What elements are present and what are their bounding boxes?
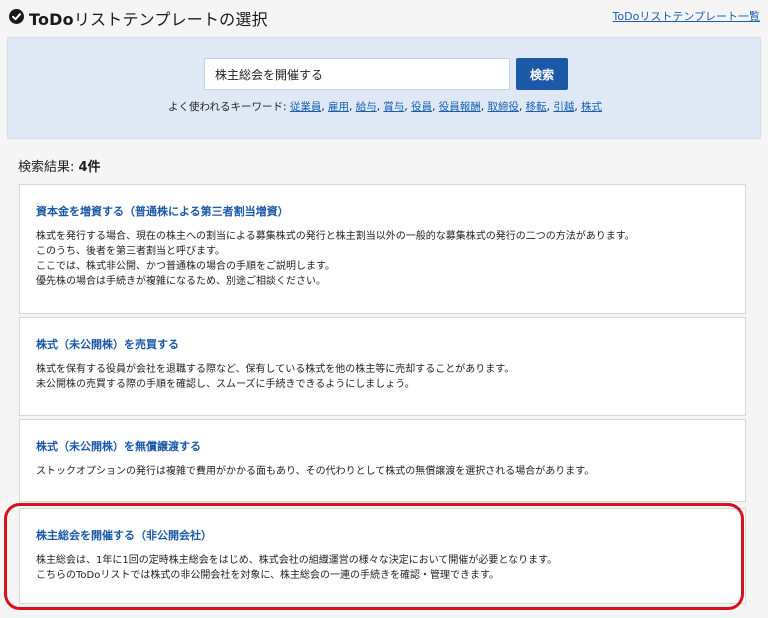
result-description-line: 株式を発行する場合、現在の株主への割当による募集株式の発行と株主割当以外の一般的… [36, 231, 635, 242]
search-button[interactable]: 検索 [516, 58, 568, 90]
result-title-link[interactable]: 株主総会を開催する（非公開会社） [36, 527, 745, 543]
result-description-line: ここでは、株式非公開、かつ普通株の場合の手順をご説明します。 [36, 261, 335, 272]
result-description-line: こちらのToDoリストでは株式の非公開会社を対象に、株主総会の一連の手続きを確認… [36, 570, 500, 581]
keyword-link[interactable]: 役員報酬 [439, 101, 481, 113]
check-circle-icon [9, 9, 24, 24]
keyword-link[interactable]: 賞与 [383, 101, 404, 113]
result-description-line: 株主総会は、1年に1回の定時株主総会をはじめ、株式会社の組織運営の様々な決定にお… [36, 555, 558, 566]
result-title-link[interactable]: 株式（未公開株）を売買する [36, 336, 745, 352]
page-title: ToDoリストテンプレートの選択 [29, 10, 268, 29]
result-card: 資本金を増資する（普通株による第三者割当増資） 株式を発行する場合、現在の株主へ… [19, 184, 746, 314]
keyword-link[interactable]: 従業員 [290, 101, 322, 113]
popular-keywords: よく使われるキーワード: 従業員, 雇用, 給与, 賞与, 役員, 役員報酬, … [167, 101, 603, 113]
result-description-line: 株式を保有する役員が会社を退職する際など、保有している株式を他の株主等に売却する… [36, 364, 515, 375]
result-card: 株式（未公開株）を売買する 株式を保有する役員が会社を退職する際など、保有してい… [19, 317, 746, 416]
result-title-link[interactable]: 資本金を増資する（普通株による第三者割当増資） [36, 203, 745, 219]
keyword-link[interactable]: 移転 [526, 101, 547, 113]
search-input[interactable] [204, 58, 510, 90]
page-header: ToDoリストテンプレートの選択 ToDoリストテンプレート一覧 [0, 0, 768, 34]
keyword-link[interactable]: 株式 [581, 101, 602, 113]
result-count: 検索結果: 4件 [18, 160, 101, 175]
result-description-line: このうち、後者を第三者割当と呼びます。 [36, 246, 225, 257]
result-card: 株主総会を開催する（非公開会社） 株主総会は、1年に1回の定時株主総会をはじめ、… [19, 508, 746, 604]
result-description-line: 未公開株の売買する際の手順を確認し、スムーズに手続きできるようにしましょう。 [36, 379, 415, 390]
keyword-link[interactable]: 取締役 [487, 101, 519, 113]
result-card: 株式（未公開株）を無償譲渡する ストックオプションの発行は複雑で費用がかかる面も… [19, 419, 746, 502]
template-list-link[interactable]: ToDoリストテンプレート一覧 [613, 8, 760, 24]
keyword-link[interactable]: 給与 [356, 101, 377, 113]
keyword-link[interactable]: 引越 [553, 101, 574, 113]
search-panel: 検索 よく使われるキーワード: 従業員, 雇用, 給与, 賞与, 役員, 役員報… [7, 37, 761, 139]
result-description-line: 優先株の場合は手続きが複雑になるため、別途ご相談ください。 [36, 276, 326, 287]
result-description-line: ストックオプションの発行は複雑で費用がかかる面もあり、その代わりとして株式の無償… [36, 466, 595, 477]
keyword-link[interactable]: 役員 [411, 101, 432, 113]
result-title-link[interactable]: 株式（未公開株）を無償譲渡する [36, 438, 745, 454]
keyword-link[interactable]: 雇用 [328, 101, 349, 113]
keywords-label: よく使われるキーワード: [167, 101, 290, 113]
